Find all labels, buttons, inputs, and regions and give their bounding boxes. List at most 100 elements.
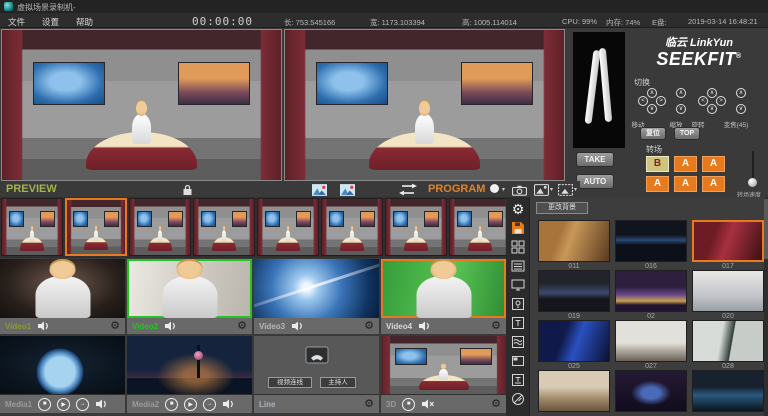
- gallery-item[interactable]: [692, 370, 764, 413]
- play-button[interactable]: ▶: [184, 398, 197, 411]
- image-layer-icon[interactable]: [340, 183, 358, 195]
- arrow-up-icon[interactable]: ∧: [707, 88, 717, 98]
- video2-preview[interactable]: [127, 259, 252, 318]
- frame-icon[interactable]: [510, 353, 526, 369]
- shot-thumbnail-selected[interactable]: [65, 198, 127, 256]
- image-layer-icon[interactable]: [312, 183, 330, 195]
- gallery-item[interactable]: 025: [538, 320, 610, 370]
- speaker-icon[interactable]: [222, 399, 236, 409]
- transition-button-a[interactable]: A: [702, 176, 725, 192]
- source-video4[interactable]: Video4 ⚙: [381, 259, 506, 334]
- camera-snapshot-icon[interactable]: [512, 183, 530, 195]
- gallery-item[interactable]: 028: [692, 320, 764, 370]
- source-media2[interactable]: Media2 ■ ▶ →: [127, 336, 252, 413]
- lock-icon[interactable]: [182, 183, 193, 195]
- gear-icon[interactable]: ⚙: [491, 321, 501, 331]
- speaker-icon[interactable]: [164, 321, 178, 331]
- chroma-key-icon[interactable]: [510, 296, 526, 312]
- layers-icon[interactable]: [510, 334, 526, 350]
- gallery-item[interactable]: 011: [538, 220, 610, 270]
- gallery-item[interactable]: 019: [538, 270, 610, 320]
- video1-preview[interactable]: [0, 259, 125, 318]
- source-3d[interactable]: 3D ■ ⚙: [381, 336, 506, 413]
- arrow-left-icon[interactable]: <: [698, 96, 708, 106]
- record-dropdown-icon[interactable]: ▾: [502, 186, 505, 193]
- speaker-icon[interactable]: [95, 399, 109, 409]
- shot-thumbnail[interactable]: [385, 198, 447, 256]
- source-line[interactable]: 视频连线 主持人 Line ⚙: [254, 336, 379, 413]
- arrow-down-icon[interactable]: ∨: [676, 104, 686, 114]
- transition-button-a[interactable]: A: [674, 156, 697, 172]
- transition-button-a[interactable]: A: [646, 176, 669, 192]
- gear-icon[interactable]: ⚙: [364, 321, 374, 331]
- gallery-item-selected[interactable]: 017: [692, 220, 764, 270]
- gear-icon[interactable]: ⚙: [364, 399, 374, 409]
- save-icon[interactable]: [510, 220, 526, 236]
- mask-icon[interactable]: [510, 391, 526, 407]
- shot-thumbnail[interactable]: [321, 198, 383, 256]
- swap-transition-icon[interactable]: [396, 183, 420, 195]
- change-background-tab[interactable]: 更改背景: [536, 202, 588, 214]
- gallery-item[interactable]: 016: [615, 220, 687, 270]
- next-button[interactable]: →: [76, 398, 89, 411]
- shot-thumbnail[interactable]: [449, 198, 511, 256]
- picture-mode-dropdown-icon[interactable]: ▾: [574, 186, 577, 193]
- line-preview[interactable]: 视频连线 主持人: [254, 336, 379, 394]
- subtitle-icon[interactable]: [510, 372, 526, 388]
- speaker-icon[interactable]: [291, 321, 305, 331]
- gear-icon[interactable]: ⚙: [491, 399, 501, 409]
- arrow-down-icon[interactable]: ∨: [736, 104, 746, 114]
- program-monitor[interactable]: [284, 29, 565, 181]
- gallery-item[interactable]: 027: [615, 320, 687, 370]
- video4-preview[interactable]: [381, 259, 506, 318]
- source-video3[interactable]: Video3 ⚙: [254, 259, 379, 334]
- image-output-dropdown-icon[interactable]: ▾: [550, 186, 553, 193]
- multiview-icon[interactable]: [510, 239, 526, 255]
- menu-file[interactable]: 文件: [8, 16, 25, 28]
- speaker-icon[interactable]: [418, 321, 432, 331]
- arrow-up-icon[interactable]: ∧: [676, 88, 686, 98]
- next-button[interactable]: →: [203, 398, 216, 411]
- preview-monitor[interactable]: [1, 29, 282, 181]
- media1-preview[interactable]: [0, 336, 125, 394]
- transition-button-a[interactable]: A: [674, 176, 697, 192]
- playlist-icon[interactable]: [510, 258, 526, 274]
- arrow-down-icon[interactable]: ∨: [707, 104, 717, 114]
- gallery-scrollbar[interactable]: [764, 197, 768, 416]
- display-icon[interactable]: [510, 277, 526, 293]
- transition-button-a[interactable]: A: [702, 156, 725, 172]
- arrow-up-icon[interactable]: ∧: [736, 88, 746, 98]
- menu-settings[interactable]: 设置: [42, 16, 59, 28]
- gear-icon[interactable]: ⚙: [110, 321, 120, 331]
- source-media1[interactable]: Media1 ■ ▶ →: [0, 336, 125, 413]
- stop-button[interactable]: ■: [402, 398, 415, 411]
- shot-thumbnail[interactable]: [129, 198, 191, 256]
- video3-preview[interactable]: [254, 259, 379, 318]
- media2-preview[interactable]: [127, 336, 252, 394]
- host-button[interactable]: 主持人: [320, 377, 356, 388]
- transition-button-b[interactable]: B: [646, 156, 669, 172]
- auto-button[interactable]: AUTO: [576, 174, 614, 189]
- text-tool-icon[interactable]: [510, 315, 526, 331]
- arrow-right-icon[interactable]: >: [656, 96, 666, 106]
- take-button[interactable]: TAKE: [576, 152, 614, 167]
- speaker-icon[interactable]: [37, 321, 51, 331]
- gear-icon[interactable]: ⚙: [237, 321, 247, 331]
- source-video1[interactable]: Video1 ⚙: [0, 259, 125, 334]
- menu-help[interactable]: 帮助: [76, 16, 93, 28]
- arrow-left-icon[interactable]: <: [638, 96, 648, 106]
- gallery-item[interactable]: [538, 370, 610, 413]
- shot-thumbnail[interactable]: [1, 198, 63, 256]
- arrow-up-icon[interactable]: ∧: [647, 88, 657, 98]
- 3d-preview[interactable]: [381, 336, 506, 394]
- stop-button[interactable]: ■: [38, 398, 51, 411]
- settings-gear-icon[interactable]: ⚙: [510, 201, 526, 217]
- gallery-item[interactable]: 020: [692, 270, 764, 320]
- record-icon[interactable]: [490, 184, 499, 193]
- top-button[interactable]: TOP: [674, 127, 700, 140]
- shot-thumbnail[interactable]: [257, 198, 319, 256]
- arrow-right-icon[interactable]: >: [716, 96, 726, 106]
- video-call-button[interactable]: 视频连线: [268, 377, 312, 388]
- speaker-muted-icon[interactable]: [421, 399, 435, 409]
- shot-thumbnail[interactable]: [193, 198, 255, 256]
